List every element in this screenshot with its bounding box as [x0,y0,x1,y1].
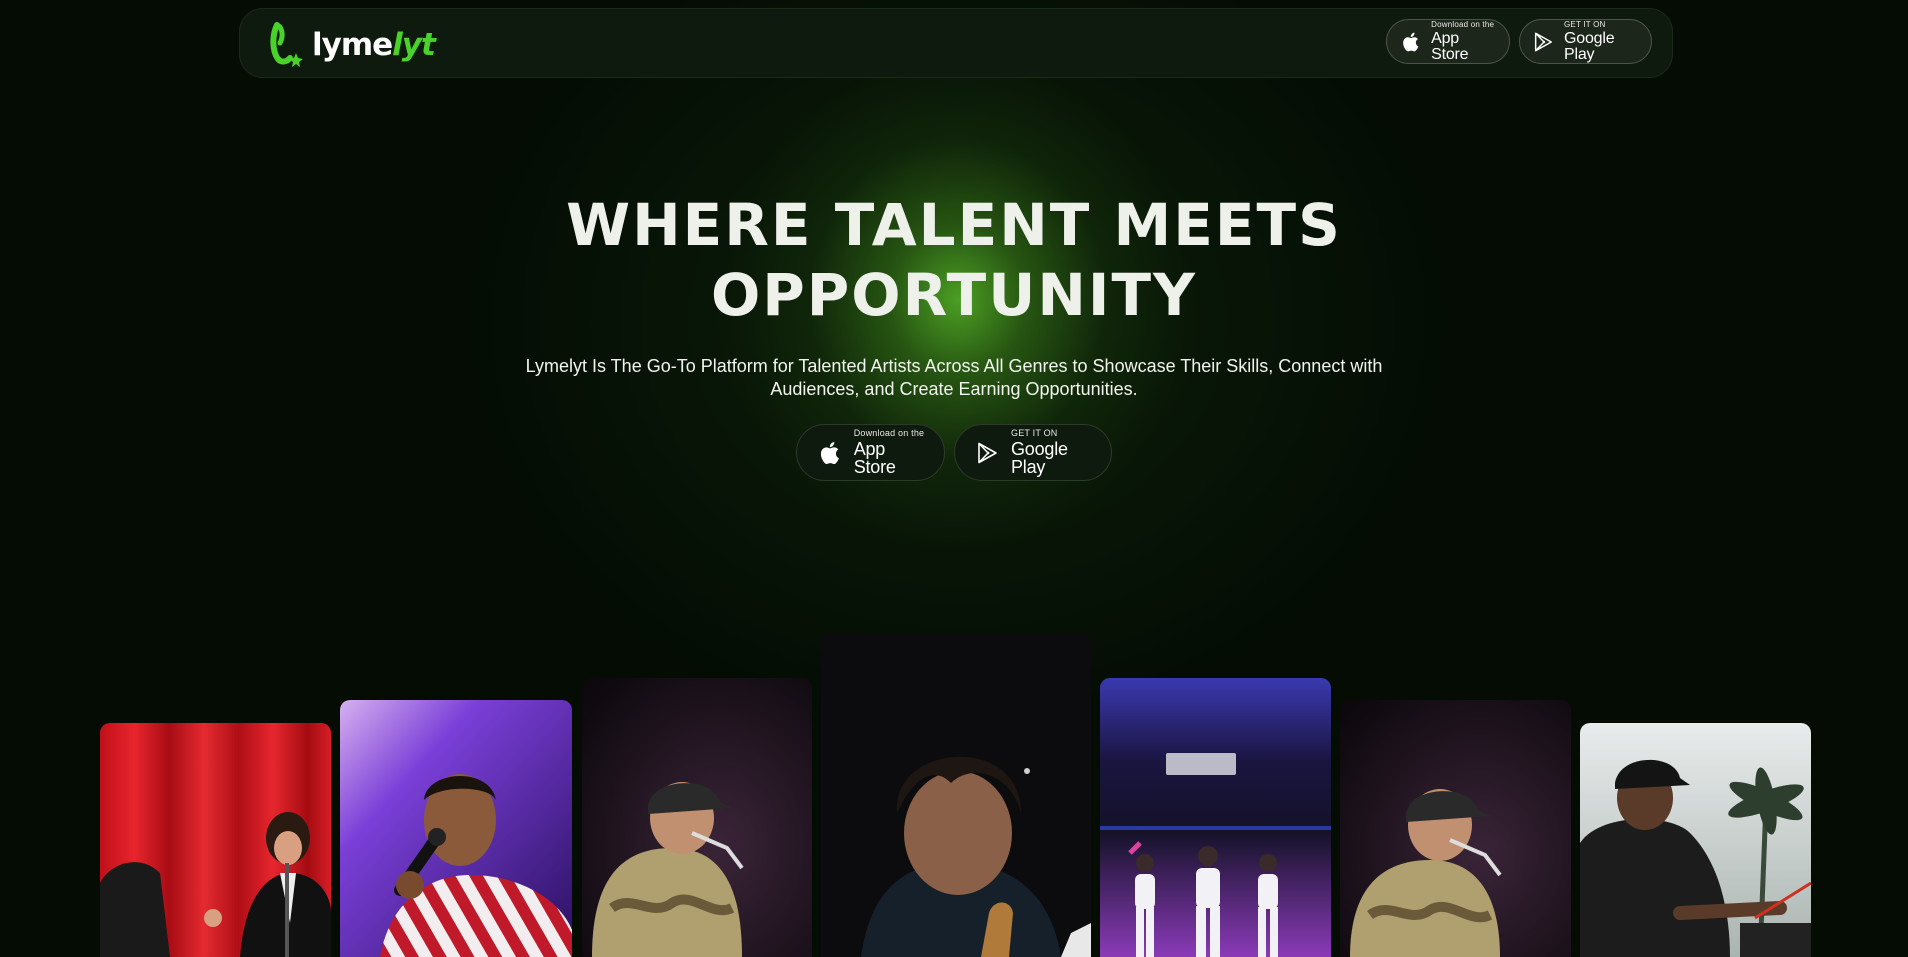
google-play-icon [1532,30,1554,54]
hero-subtitle-line1: Lymelyt Is The Go-To Platform for Talent… [525,356,1383,376]
logo-mark-icon [270,22,303,67]
singer-red-curtain-image [100,723,331,957]
gallery-card-rapper-cap-1[interactable] [582,678,812,957]
nav-app-store-big: App Store [1431,29,1469,63]
gallery-card-dancers-trio[interactable] [1100,678,1331,957]
gallery-card-singer-striped-shirt[interactable] [340,700,572,957]
brand-logo[interactable]: lymelyt [268,21,436,67]
nav-store-buttons: Download on the App Store GET IT ON Goog… [1386,19,1652,64]
hero-google-play-button[interactable]: GET IT ON Google Play [954,424,1112,481]
hero-app-store-button[interactable]: Download on the App Store [796,424,945,481]
apple-icon [817,440,842,466]
hero-subtitle-line2: Audiences, and Create Earning Opportunit… [770,379,1138,399]
gallery-card-guitarist-closeup[interactable] [821,633,1091,957]
nav-app-store-small: Download on the [1431,19,1495,29]
hero-google-play-small: GET IT ON [1011,428,1058,438]
nav-google-play-big: Google Play [1564,29,1615,63]
gallery-card-rapper-cap-2[interactable] [1340,700,1571,957]
hero-store-buttons: Download on the App Store GET IT ON Goog… [0,424,1908,481]
musician-keyboard-palms-image [1580,723,1811,957]
nav-google-play-button[interactable]: GET IT ON Google Play [1519,19,1652,64]
gallery-card-musician-keyboard-palms[interactable] [1580,723,1811,957]
landing-page: lymelyt Download on the App Store GET IT… [0,0,1908,957]
hero-subtitle: Lymelyt Is The Go-To Platform for Talent… [504,355,1404,401]
singer-striped-shirt-image [340,700,572,957]
hero-title-line2: OPPORTUNITY [710,261,1198,329]
apple-icon [1399,30,1421,54]
google-play-icon [975,440,999,466]
top-navbar: lymelyt Download on the App Store GET IT… [239,8,1673,78]
rapper-cap-2-image [1340,700,1571,957]
brand-name: lymelyt [312,27,436,63]
hero-title-line1: WHERE TALENT MEETS [566,191,1342,259]
gallery-card-singer-red-curtain[interactable] [100,723,331,957]
dancers-trio-image [1100,678,1331,957]
nav-app-store-button[interactable]: Download on the App Store [1386,19,1510,64]
hero-title: WHERE TALENT MEETS OPPORTUNITY [0,190,1908,330]
rapper-cap-1-image [582,678,812,957]
nav-google-play-small: GET IT ON [1564,19,1606,29]
guitarist-closeup-image [821,633,1091,957]
hero-app-store-big: App Store [853,439,896,477]
hero-google-play-big: Google Play [1011,439,1068,477]
hero-app-store-small: Download on the [853,428,925,438]
